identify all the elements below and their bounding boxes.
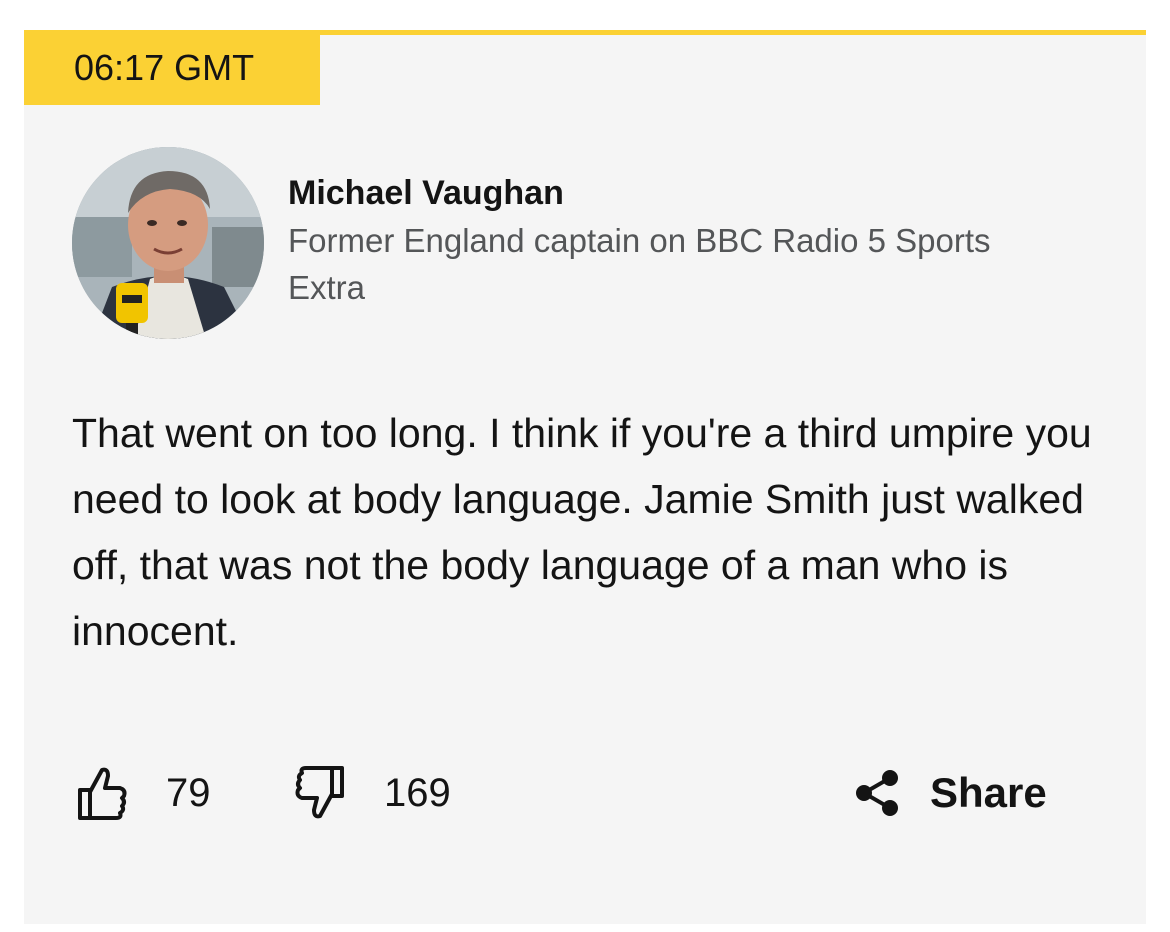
post-body-text: That went on too long. I think if you're…: [72, 410, 1092, 654]
contributor-avatar: [72, 147, 264, 339]
share-button[interactable]: Share: [854, 763, 1047, 823]
post-timestamp: 06:17 GMT: [24, 30, 320, 105]
contributor-name: Michael Vaughan: [288, 174, 564, 212]
share-icon: [854, 770, 900, 816]
live-post-card: 06:17 GMT Michael Vaughan Former England…: [24, 30, 1146, 924]
like-button[interactable]: 79: [76, 763, 211, 823]
contributor-role: Former England captain on BBC Radio 5 Sp…: [288, 222, 991, 306]
share-label: Share: [930, 769, 1047, 816]
post-actions: 79 169 Share: [72, 763, 1072, 823]
dislike-count: 169: [384, 770, 451, 815]
thumbs-down-icon: [294, 764, 346, 822]
dislike-button[interactable]: 169: [294, 763, 451, 823]
contributor-info: Michael Vaughan Former England captain o…: [288, 171, 1068, 311]
thumbs-up-icon: [76, 764, 128, 822]
like-count: 79: [166, 770, 211, 815]
